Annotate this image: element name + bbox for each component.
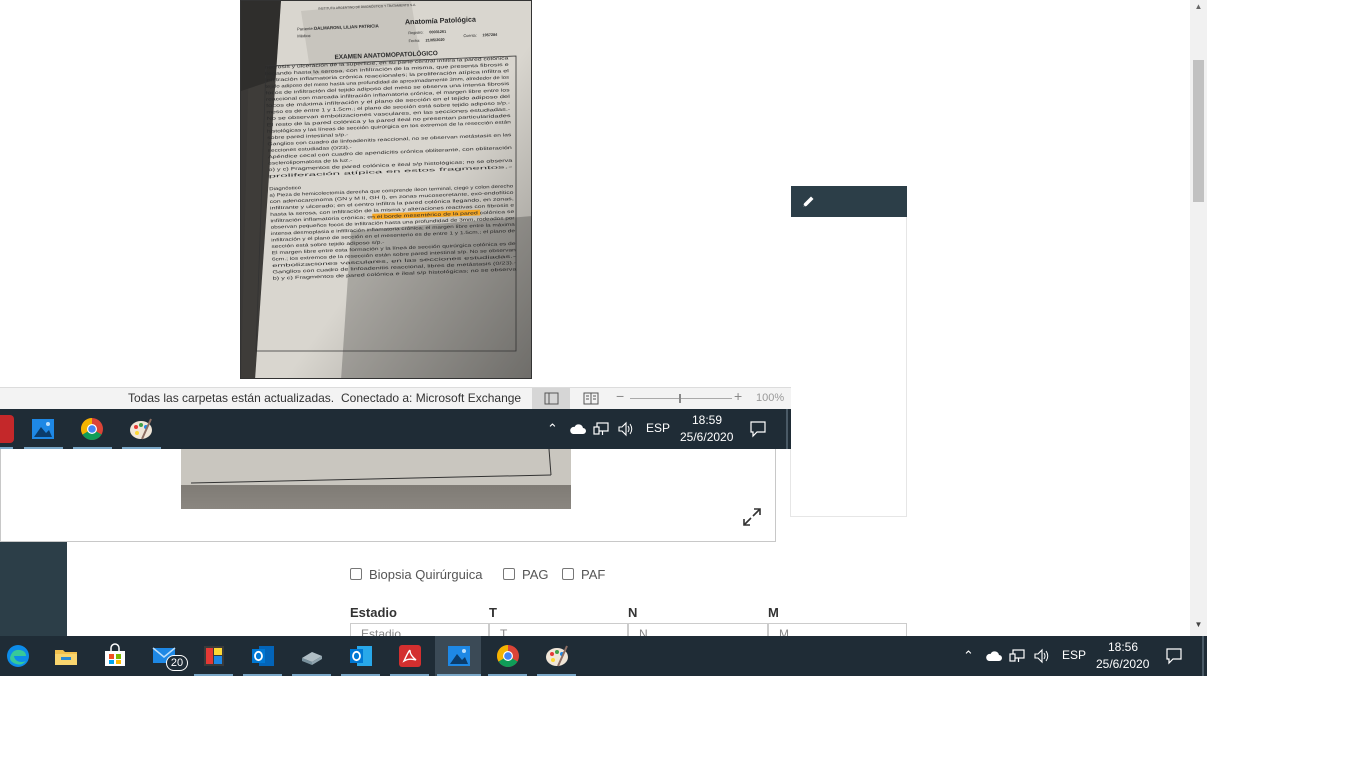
checkbox-label: PAF xyxy=(581,566,606,582)
taskbar-running-indicator xyxy=(292,674,331,676)
file-explorer-icon[interactable] xyxy=(52,642,80,670)
clock-time[interactable]: 18:59 xyxy=(692,413,722,427)
clock-time[interactable]: 18:56 xyxy=(1108,640,1138,654)
document-cuenta: 1957284 xyxy=(482,33,498,38)
document-photo-svg: INSTITUTO ARGENTINO DE DIAGNÓSTICO Y TRA… xyxy=(241,1,531,378)
taskbar-running-indicator xyxy=(73,447,112,449)
document-registro-label: Registro: xyxy=(408,31,423,36)
show-desktop-divider[interactable] xyxy=(786,409,788,449)
zoom-out-button[interactable]: − xyxy=(616,388,624,404)
n-label: N xyxy=(628,605,638,620)
app-icon[interactable] xyxy=(200,642,228,670)
acrobat-icon[interactable] xyxy=(0,415,14,443)
network-icon[interactable] xyxy=(1009,648,1027,664)
checkbox-pag[interactable]: PAG xyxy=(503,566,549,582)
outlook-icon[interactable] xyxy=(249,642,277,670)
edge-icon[interactable] xyxy=(4,642,32,670)
paint-icon[interactable] xyxy=(127,415,155,443)
photos-icon[interactable] xyxy=(29,415,57,443)
scanner-icon[interactable] xyxy=(298,642,326,670)
t-label: T xyxy=(489,605,497,620)
expand-icon[interactable] xyxy=(741,506,763,528)
m-label: M xyxy=(768,605,779,620)
estadio-label: Estadio xyxy=(350,605,397,620)
onedrive-icon[interactable] xyxy=(985,649,1003,663)
clock-date[interactable]: 25/6/2020 xyxy=(1096,657,1149,671)
checkbox-box[interactable] xyxy=(562,568,574,580)
document-photo-paper xyxy=(181,448,571,485)
chrome-icon[interactable] xyxy=(494,642,522,670)
panel-body xyxy=(790,217,907,517)
clock-date[interactable]: 25/6/2020 xyxy=(680,430,733,444)
document-cuenta-label: Cuenta: xyxy=(463,34,476,39)
outlook-window: INSTITUTO ARGENTINO DE DIAGNÓSTICO Y TRA… xyxy=(0,0,791,449)
m-select[interactable]: M xyxy=(768,623,907,636)
zoom-slider-thumb[interactable] xyxy=(679,394,681,403)
document-registro: 00031261 xyxy=(429,30,446,35)
paint-icon[interactable] xyxy=(543,642,571,670)
taskbar-running-indicator xyxy=(537,674,576,676)
scroll-down-arrow-icon[interactable]: ▼ xyxy=(1190,620,1207,632)
store-icon[interactable] xyxy=(101,642,129,670)
taskbar-running-indicator xyxy=(194,674,233,676)
zoom-slider[interactable] xyxy=(630,398,732,399)
desktop-area xyxy=(1207,636,1360,676)
status-sync-text: Todas las carpetas están actualizadas. xyxy=(128,391,335,405)
photos-icon[interactable] xyxy=(445,642,473,670)
reading-view-icon xyxy=(583,392,599,405)
onedrive-icon[interactable] xyxy=(569,422,587,436)
document-doctor-label: Médico: xyxy=(297,33,311,39)
checkbox-box[interactable] xyxy=(350,568,362,580)
checkbox-paf[interactable]: PAF xyxy=(562,566,605,582)
pencil-icon[interactable] xyxy=(800,194,816,210)
language-indicator[interactable]: ESP xyxy=(646,421,670,435)
zoom-level[interactable]: 100% xyxy=(756,392,784,404)
chrome-icon[interactable] xyxy=(78,415,106,443)
notifications-icon[interactable] xyxy=(749,420,767,438)
taskbar-running-indicator xyxy=(488,674,527,676)
taskbar-running-indicator xyxy=(0,447,13,449)
taskbar-running-indicator xyxy=(390,674,429,676)
taskbar-running-indicator xyxy=(122,447,161,449)
t-select[interactable]: T xyxy=(489,623,628,636)
document-patient-label: Paciente: xyxy=(297,26,314,32)
scroll-thumb[interactable] xyxy=(1193,60,1204,202)
inner-taskbar: ⌃ ESP 18:59 25/6/2020 xyxy=(0,409,791,449)
taskbar-running-indicator xyxy=(243,674,282,676)
language-indicator[interactable]: ESP xyxy=(1062,648,1086,662)
taskbar: 20 ⌃ ESP 18:56 25/6/2020 xyxy=(0,636,1207,676)
status-bar: Todas las carpetas están actualizadas. C… xyxy=(0,387,791,409)
checkbox-biopsia[interactable]: Biopsia Quirúrguica xyxy=(350,566,482,582)
normal-view-icon xyxy=(544,392,559,405)
estadio-select[interactable]: Estadio xyxy=(350,623,489,636)
taskbar-running-indicator xyxy=(437,674,481,676)
volume-icon[interactable] xyxy=(1033,648,1051,664)
status-connection-text: Conectado a: Microsoft Exchange xyxy=(341,391,522,405)
scroll-up-arrow-icon[interactable]: ▲ xyxy=(1190,2,1207,14)
volume-icon[interactable] xyxy=(617,421,635,437)
checkbox-label: PAG xyxy=(522,566,549,582)
network-icon[interactable] xyxy=(593,421,611,437)
zoom-in-button[interactable]: + xyxy=(734,388,742,404)
n-select[interactable]: N xyxy=(628,623,768,636)
checkbox-box[interactable] xyxy=(503,568,515,580)
document-fecha: 21/05/2020 xyxy=(426,38,445,43)
normal-view-button[interactable] xyxy=(532,388,570,409)
chevron-up-icon[interactable]: ⌃ xyxy=(547,421,558,437)
taskbar-running-indicator xyxy=(24,447,63,449)
notifications-icon[interactable] xyxy=(1165,647,1183,665)
taskbar-running-indicator xyxy=(341,674,380,676)
reading-view-button[interactable] xyxy=(572,388,610,409)
document-photo: INSTITUTO ARGENTINO DE DIAGNÓSTICO Y TRA… xyxy=(240,0,532,379)
chevron-up-icon[interactable]: ⌃ xyxy=(963,648,974,664)
checkbox-label: Biopsia Quirúrguica xyxy=(369,566,483,582)
document-fecha-label: Fecha: xyxy=(409,39,421,43)
outlook-icon-2[interactable] xyxy=(347,642,375,670)
acrobat-icon[interactable] xyxy=(396,642,424,670)
show-desktop-divider[interactable] xyxy=(1202,636,1204,676)
mail-badge: 20 xyxy=(166,655,188,671)
